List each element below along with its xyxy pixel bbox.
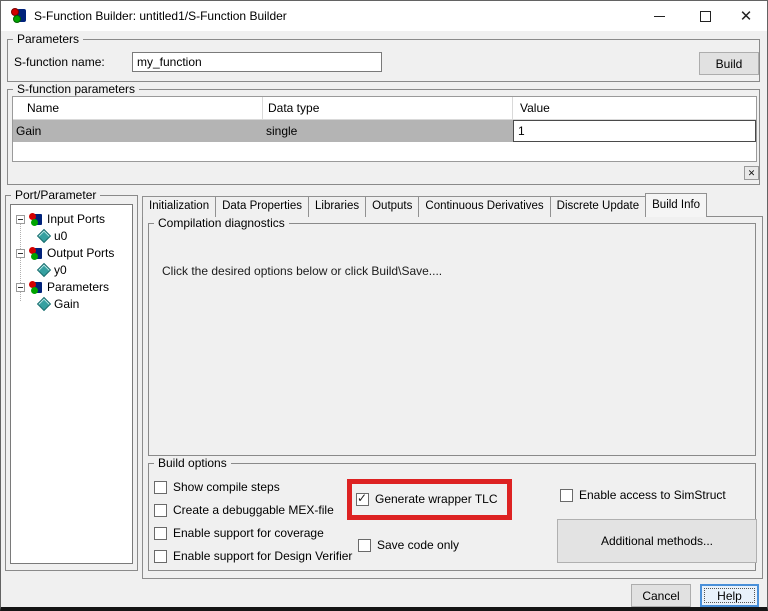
parameters-group: Parameters S-function name: Build — [7, 39, 760, 82]
build-options-label: Build options — [154, 456, 231, 470]
parameters-table: Name Data type Value Gain single 1 — [12, 96, 757, 162]
build-button[interactable]: Build — [699, 52, 759, 75]
delete-icon: ✕ — [748, 168, 756, 179]
compilation-message: Click the desired options below or click… — [162, 264, 442, 278]
sfunction-builder-icon — [11, 8, 26, 23]
tree-item-u0[interactable]: u0 — [11, 228, 67, 244]
compilation-diagnostics-group: Compilation diagnostics Click the desire… — [148, 223, 756, 456]
column-header-name[interactable]: Name — [13, 97, 263, 119]
port-diamond-icon — [37, 263, 51, 277]
tree-item-input-ports[interactable]: Input Ports — [11, 211, 105, 227]
window-title: S-Function Builder: untitled1/S-Function… — [34, 9, 287, 23]
port-diamond-icon — [37, 297, 51, 311]
tab-continuous-derivatives[interactable]: Continuous Derivatives — [419, 196, 550, 217]
cell-value[interactable]: 1 — [513, 120, 756, 142]
tab-data-properties[interactable]: Data Properties — [216, 196, 309, 217]
table-row[interactable]: Gain single 1 — [13, 120, 756, 142]
tab-libraries[interactable]: Libraries — [309, 196, 366, 217]
sfunction-builder-dialog: S-Function Builder: untitled1/S-Function… — [0, 0, 768, 611]
checkbox-icon[interactable] — [154, 550, 167, 563]
tree-item-output-ports[interactable]: Output Ports — [11, 245, 114, 261]
tab-initialization[interactable]: Initialization — [142, 196, 216, 217]
column-header-datatype[interactable]: Data type — [263, 97, 513, 119]
collapse-icon[interactable] — [16, 249, 25, 258]
checkbox-save-code-only[interactable]: Save code only — [358, 538, 459, 552]
sfunction-block-icon — [29, 247, 42, 260]
minimize-icon — [654, 16, 665, 17]
additional-methods-button[interactable]: Additional methods... — [557, 519, 757, 563]
sfunction-block-icon — [29, 213, 42, 226]
collapse-icon[interactable] — [16, 283, 25, 292]
checkbox-enable-coverage[interactable]: Enable support for coverage — [154, 526, 324, 540]
tab-outputs[interactable]: Outputs — [366, 196, 419, 217]
port-parameter-group-label: Port/Parameter — [11, 188, 100, 202]
checkbox-generate-wrapper-tlc[interactable]: Generate wrapper TLC — [356, 492, 498, 506]
checkbox-create-debuggable-mex[interactable]: Create a debuggable MEX-file — [154, 503, 334, 517]
tab-bar: Initialization Data Properties Libraries… — [142, 195, 707, 217]
parameters-group-label: Parameters — [13, 32, 83, 46]
checkbox-icon[interactable] — [560, 489, 573, 502]
sfunction-name-input[interactable] — [132, 52, 382, 72]
checkbox-icon[interactable] — [356, 493, 369, 506]
title-bar[interactable]: S-Function Builder: untitled1/S-Function… — [1, 1, 767, 31]
maximize-icon — [700, 11, 711, 22]
build-options-group: Build options Show compile steps Create … — [148, 463, 756, 571]
tab-build-info[interactable]: Build Info — [645, 193, 707, 217]
port-parameter-tree: Input Ports u0 Output Ports y0 Parameter… — [10, 204, 133, 564]
port-diamond-icon — [37, 229, 51, 243]
compilation-diagnostics-label: Compilation diagnostics — [154, 216, 289, 230]
table-header: Name Data type Value — [13, 97, 756, 120]
maximize-button[interactable] — [682, 1, 728, 31]
checkbox-icon[interactable] — [358, 539, 371, 552]
close-icon: ✕ — [740, 7, 753, 25]
cancel-button[interactable]: Cancel — [631, 584, 691, 607]
sfunction-block-icon — [29, 281, 42, 294]
cell-datatype[interactable]: single — [263, 120, 513, 142]
checkbox-enable-design-verifier[interactable]: Enable support for Design Verifier — [154, 549, 352, 563]
checkbox-icon[interactable] — [154, 481, 167, 494]
tree-item-y0[interactable]: y0 — [11, 262, 67, 278]
checkbox-icon[interactable] — [154, 504, 167, 517]
tab-discrete-update[interactable]: Discrete Update — [551, 196, 646, 217]
checkbox-enable-simstruct[interactable]: Enable access to SimStruct — [560, 488, 726, 502]
minimize-button[interactable] — [636, 1, 682, 31]
checkbox-show-compile-steps[interactable]: Show compile steps — [154, 480, 280, 494]
sfunction-name-label: S-function name: — [14, 55, 105, 69]
column-header-value[interactable]: Value — [513, 97, 756, 119]
port-parameter-group: Port/Parameter Input Ports u0 Output Por… — [5, 195, 138, 571]
cell-name[interactable]: Gain — [13, 120, 263, 142]
tree-item-parameters[interactable]: Parameters — [11, 279, 109, 295]
sfunction-parameters-group: S-function parameters Name Data type Val… — [7, 89, 760, 185]
collapse-icon[interactable] — [16, 215, 25, 224]
help-button[interactable]: Help — [700, 584, 759, 607]
close-button[interactable]: ✕ — [723, 1, 768, 31]
tree-item-gain[interactable]: Gain — [11, 296, 79, 312]
sfunction-parameters-group-label: S-function parameters — [13, 82, 139, 96]
checkbox-icon[interactable] — [154, 527, 167, 540]
delete-parameter-button[interactable]: ✕ — [744, 166, 759, 180]
